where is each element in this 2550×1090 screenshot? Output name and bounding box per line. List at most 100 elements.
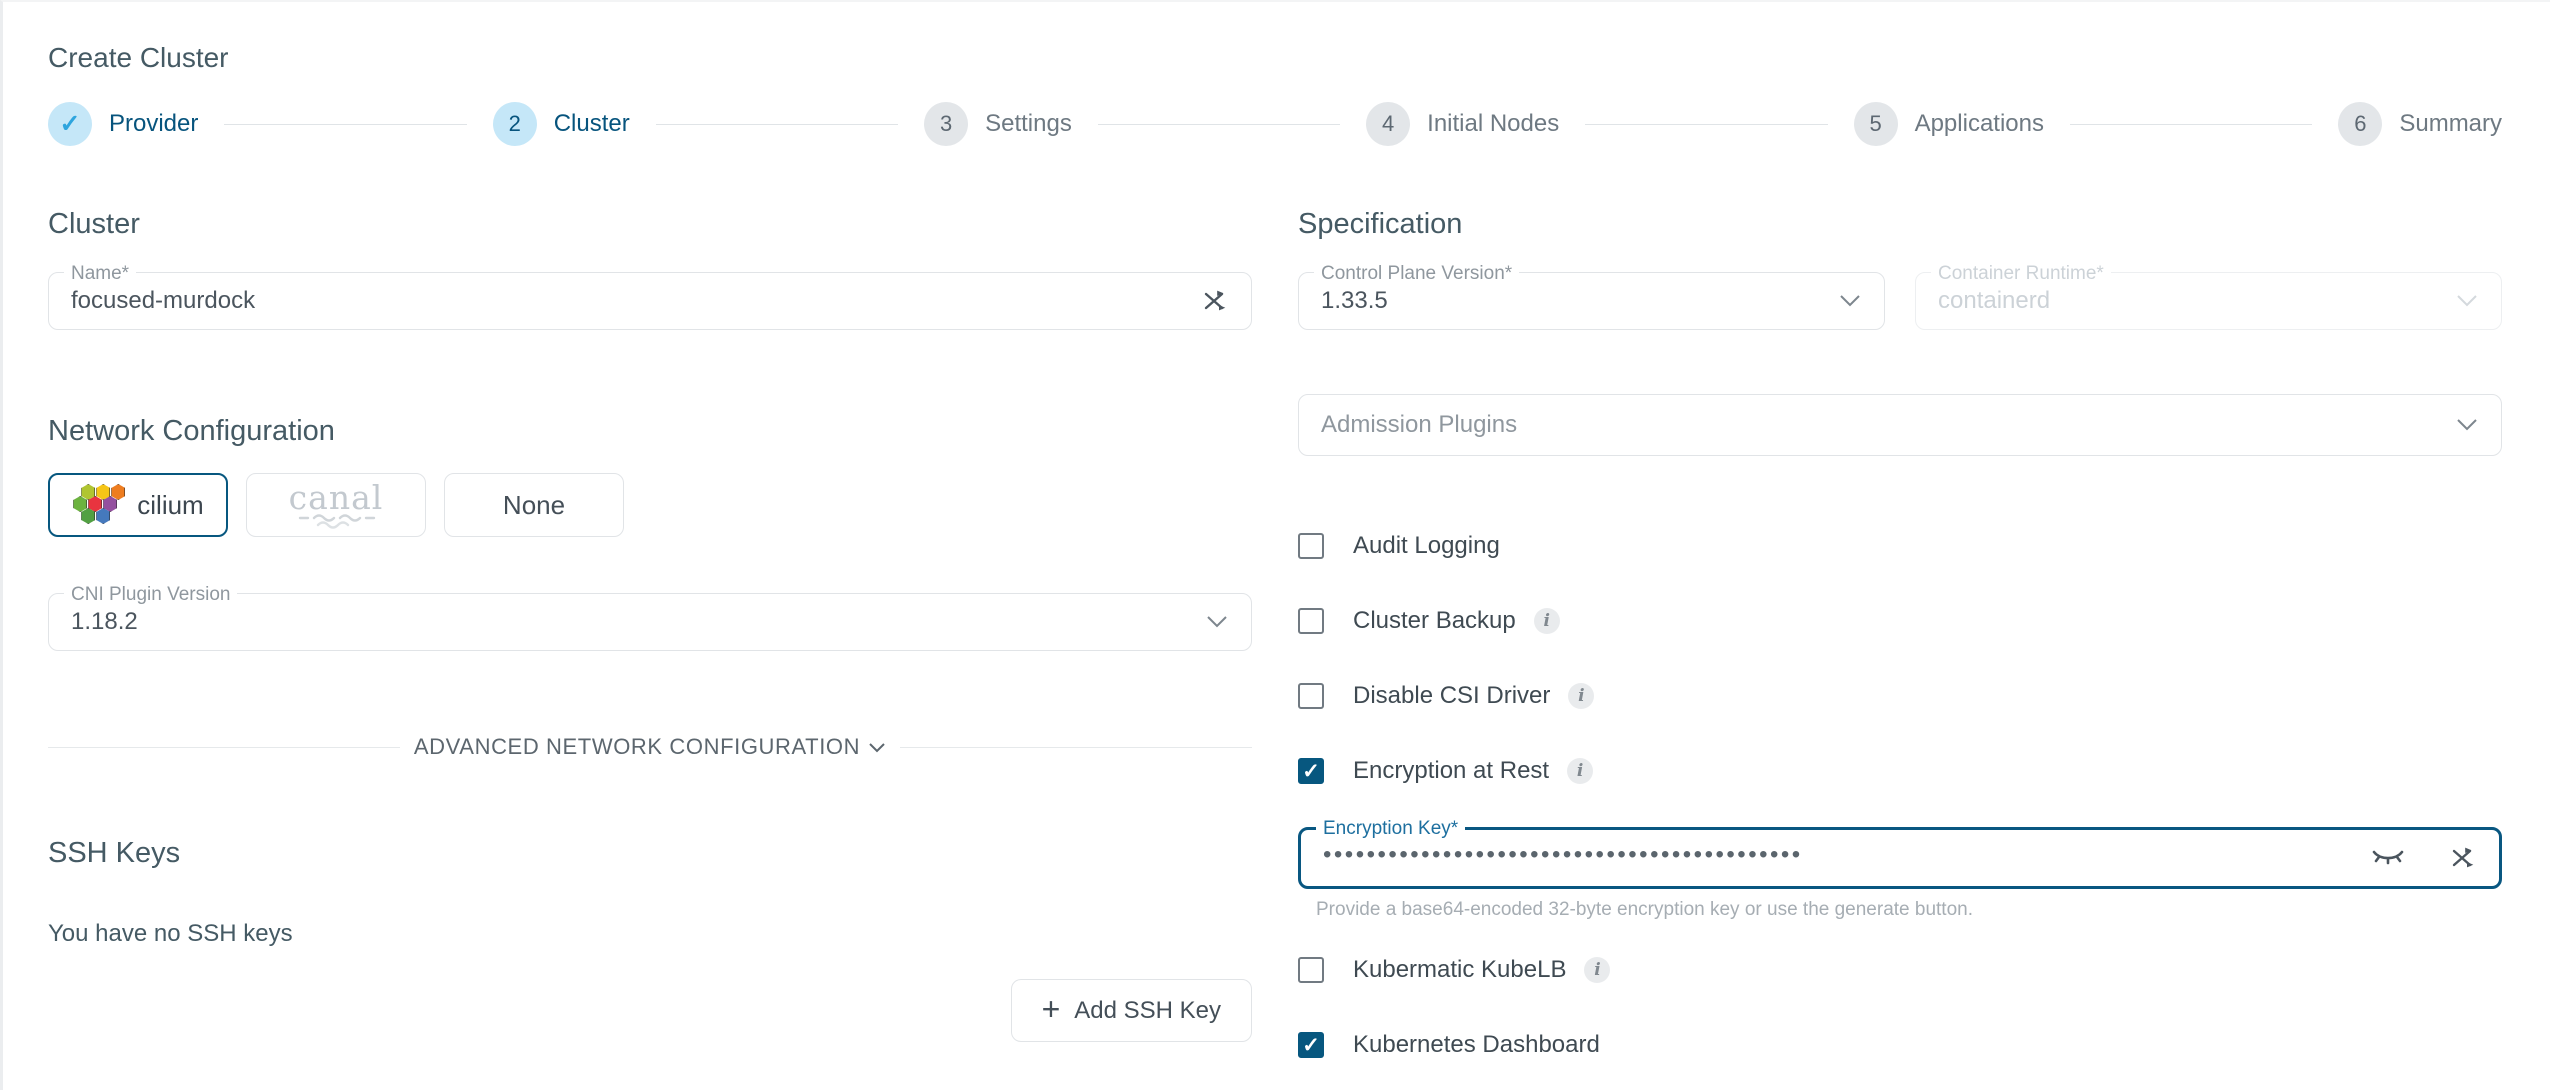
checkbox-label: Audit Logging (1353, 532, 1500, 560)
left-column: Cluster Name* focused-murdock Network Co… (48, 208, 1252, 1090)
ssh-keys-heading: SSH Keys (48, 837, 1252, 870)
container-runtime-label: Container Runtime* (1931, 263, 2111, 285)
step-summary[interactable]: 6 Summary (2338, 102, 2502, 146)
divider (48, 747, 400, 748)
encryption-key-label: Encryption Key* (1316, 818, 1465, 840)
step-connector (1585, 124, 1827, 125)
step-connector (2070, 124, 2312, 125)
step-label: Cluster (554, 110, 630, 138)
step-check-icon: ✓ (48, 102, 92, 146)
step-provider[interactable]: ✓ Provider (48, 102, 198, 146)
add-ssh-key-label: Add SSH Key (1074, 997, 1221, 1025)
control-plane-version-label: Control Plane Version* (1314, 263, 1519, 285)
cni-version-value: 1.18.2 (71, 608, 1205, 636)
step-settings[interactable]: 3 Settings (924, 102, 1072, 146)
kubermatic-kubelb-checkbox[interactable] (1298, 957, 1324, 983)
page-title: Create Cluster (48, 42, 2502, 74)
info-icon[interactable]: i (1584, 957, 1610, 983)
eye-closed-icon (2371, 846, 2405, 870)
info-icon[interactable]: i (1567, 758, 1593, 784)
chevron-down-icon (2455, 294, 2479, 308)
cni-option-label: cilium (137, 490, 203, 521)
cni-option-cilium[interactable]: cilium (48, 473, 228, 537)
control-plane-version-select[interactable]: Control Plane Version* 1.33.5 (1298, 272, 1885, 330)
divider (900, 747, 1252, 748)
chevron-down-icon (1838, 294, 1862, 308)
checkbox-label: Cluster Backup (1353, 607, 1516, 635)
step-number: 6 (2338, 102, 2382, 146)
cluster-name-input[interactable]: focused-murdock (71, 287, 1201, 315)
container-runtime-value: containerd (1938, 287, 2455, 315)
checkbox-row-encryption-at-rest: ✓ Encryption at Rest i (1298, 757, 2502, 785)
chevron-down-icon (2455, 418, 2479, 432)
step-connector (224, 124, 466, 125)
shuffle-icon (1201, 287, 1229, 315)
step-cluster[interactable]: 2 Cluster (493, 102, 630, 146)
step-connector (1098, 124, 1340, 125)
checkbox-row-disable-csi-driver: Disable CSI Driver i (1298, 682, 2502, 710)
step-label: Provider (109, 110, 198, 138)
checkbox-row-audit-logging: Audit Logging (1298, 532, 2502, 560)
step-connector (656, 124, 898, 125)
step-number: 4 (1366, 102, 1410, 146)
cni-option-none[interactable]: None (444, 473, 624, 537)
ssh-keys-empty-text: You have no SSH keys (48, 920, 1252, 948)
step-applications[interactable]: 5 Applications (1854, 102, 2044, 146)
cluster-backup-checkbox[interactable] (1298, 608, 1324, 634)
cluster-name-field[interactable]: Name* focused-murdock (48, 272, 1252, 330)
add-ssh-key-button[interactable]: + Add SSH Key (1011, 979, 1252, 1042)
step-label: Applications (1915, 110, 2044, 138)
wizard-stepper: ✓ Provider 2 Cluster 3 Settings 4 Initia… (48, 102, 2502, 146)
cilium-logo-icon (72, 484, 126, 526)
checkbox-row-kubernetes-dashboard: ✓ Kubernetes Dashboard (1298, 1031, 2502, 1059)
control-plane-version-value: 1.33.5 (1321, 287, 1838, 315)
audit-logging-checkbox[interactable] (1298, 533, 1324, 559)
step-number: 2 (493, 102, 537, 146)
encryption-key-field[interactable]: Encryption Key* ••••••••••••••••••••••••… (1298, 827, 2502, 889)
disable-csi-driver-checkbox[interactable] (1298, 683, 1324, 709)
cni-version-select[interactable]: CNI Plugin Version 1.18.2 (48, 593, 1252, 651)
cni-option-canal[interactable]: canal (246, 473, 426, 537)
checkbox-label: Disable CSI Driver (1353, 682, 1550, 710)
admission-plugins-select[interactable]: Admission Plugins (1298, 394, 2502, 456)
cluster-name-label: Name* (64, 263, 136, 285)
advanced-network-label: ADVANCED NETWORK CONFIGURATION (414, 734, 860, 760)
checkbox-label: Kubernetes Dashboard (1353, 1031, 1600, 1059)
encryption-key-hint: Provide a base64-encoded 32-byte encrypt… (1298, 899, 2502, 921)
cni-option-label: None (503, 490, 565, 521)
canal-logo: canal (289, 481, 384, 530)
info-icon[interactable]: i (1534, 608, 1560, 634)
kubernetes-dashboard-checkbox[interactable]: ✓ (1298, 1032, 1324, 1058)
container-runtime-select: Container Runtime* containerd (1915, 272, 2502, 330)
right-column: Specification Control Plane Version* 1.3… (1298, 208, 2502, 1090)
generate-key-button[interactable] (2449, 844, 2477, 872)
cni-options: cilium canal None (48, 473, 1252, 537)
shuffle-icon (2449, 844, 2477, 872)
checkbox-label: Kubermatic KubeLB (1353, 956, 1566, 984)
canal-logo-text: canal (289, 481, 384, 514)
chevron-down-icon (868, 742, 886, 753)
admission-plugins-placeholder: Admission Plugins (1321, 411, 2455, 439)
cni-version-label: CNI Plugin Version (64, 584, 237, 606)
advanced-network-toggle[interactable]: ADVANCED NETWORK CONFIGURATION (48, 734, 1252, 760)
specification-heading: Specification (1298, 208, 2502, 241)
chevron-down-icon (1205, 615, 1229, 629)
regenerate-name-button[interactable] (1201, 287, 1229, 315)
create-cluster-wizard: Create Cluster ✓ Provider 2 Cluster 3 Se… (3, 2, 2550, 1090)
canal-waves-icon (294, 514, 378, 530)
step-initial-nodes[interactable]: 4 Initial Nodes (1366, 102, 1559, 146)
toggle-key-visibility-button[interactable] (2371, 846, 2449, 870)
step-label: Initial Nodes (1427, 110, 1559, 138)
encryption-key-input[interactable]: ••••••••••••••••••••••••••••••••••••••••… (1323, 841, 2371, 869)
step-number: 3 (924, 102, 968, 146)
info-icon[interactable]: i (1568, 683, 1594, 709)
step-label: Settings (985, 110, 1072, 138)
step-label: Summary (2399, 110, 2502, 138)
step-number: 5 (1854, 102, 1898, 146)
plus-icon: + (1042, 993, 1061, 1025)
checkbox-row-kubermatic-kubelb: Kubermatic KubeLB i (1298, 956, 2502, 984)
encryption-at-rest-checkbox[interactable]: ✓ (1298, 758, 1324, 784)
checkbox-label: Encryption at Rest (1353, 757, 1549, 785)
checkbox-row-cluster-backup: Cluster Backup i (1298, 607, 2502, 635)
network-heading: Network Configuration (48, 415, 1252, 448)
